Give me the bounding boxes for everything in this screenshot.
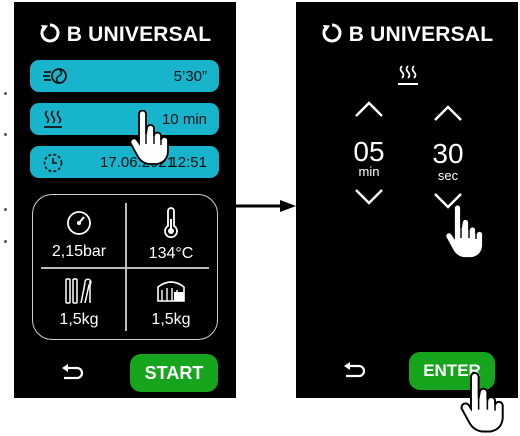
datetime-row[interactable]: 17.06.2021 12:51 bbox=[30, 146, 219, 178]
refresh-logo-icon bbox=[39, 22, 61, 50]
instruments-cell: 1,5kg bbox=[34, 277, 124, 329]
brand-header: B UNIVERSAL bbox=[14, 22, 236, 50]
minutes-up-chevron-icon[interactable] bbox=[354, 100, 384, 118]
pressure-cell: 2,15bar bbox=[34, 209, 124, 261]
pressure-value: 2,15bar bbox=[51, 243, 107, 260]
temperature-cell: 134°C bbox=[126, 207, 216, 263]
steam-time-row[interactable]: 10 min bbox=[30, 103, 219, 135]
instruments-icon bbox=[65, 278, 92, 304]
side-dot bbox=[4, 92, 7, 95]
brand-name: B UNIVERSAL bbox=[66, 23, 212, 46]
seconds-value[interactable]: 30 bbox=[418, 138, 478, 170]
back-button[interactable] bbox=[342, 362, 366, 385]
fan-time-value: 5’30” bbox=[173, 68, 207, 85]
minutes-down-chevron-icon[interactable] bbox=[354, 188, 384, 206]
thermometer-icon bbox=[164, 207, 178, 239]
temperature-value: 134°C bbox=[148, 245, 194, 262]
minutes-unit: min bbox=[358, 164, 380, 179]
instruments-load-value: 1,5kg bbox=[59, 311, 99, 328]
steam-time-edit-screen: B UNIVERSAL 05 min 30 sec ENTER bbox=[296, 2, 518, 398]
side-dot bbox=[4, 208, 7, 211]
steam-icon bbox=[42, 109, 64, 133]
seconds-unit: sec bbox=[437, 168, 459, 183]
main-screen: B UNIVERSAL 5’30” 10 min 17.06.2021 12:5… bbox=[14, 2, 236, 398]
clock-icon bbox=[42, 152, 64, 178]
seconds-up-chevron-icon[interactable] bbox=[433, 104, 463, 122]
time-value: 12:51 bbox=[169, 154, 207, 171]
steam-icon bbox=[398, 65, 418, 85]
pointing-hand-icon bbox=[129, 110, 169, 165]
brand-header: B UNIVERSAL bbox=[296, 22, 518, 50]
refresh-logo-icon bbox=[321, 22, 343, 50]
side-dot bbox=[4, 240, 7, 243]
fan-time-row[interactable]: 5’30” bbox=[30, 60, 219, 92]
pointing-hand-icon bbox=[444, 204, 484, 259]
return-arrow-icon bbox=[344, 362, 366, 378]
side-dot bbox=[4, 133, 7, 136]
divider bbox=[41, 267, 209, 269]
brand-name: B UNIVERSAL bbox=[348, 23, 494, 46]
back-button[interactable] bbox=[60, 364, 84, 387]
textile-load-icon bbox=[157, 281, 185, 302]
return-arrow-icon bbox=[62, 364, 84, 380]
pointing-hand-icon bbox=[460, 372, 504, 433]
fan-speed-icon bbox=[42, 66, 68, 90]
status-panel: 2,15bar 134°C 1,5kg 1,5kg bbox=[32, 194, 218, 340]
transition-arrow-icon bbox=[234, 200, 296, 212]
pressure-gauge-icon bbox=[67, 211, 91, 235]
start-button[interactable]: START bbox=[130, 354, 218, 392]
textile-load-value: 1,5kg bbox=[151, 311, 191, 328]
textile-cell: 1,5kg bbox=[126, 277, 216, 329]
